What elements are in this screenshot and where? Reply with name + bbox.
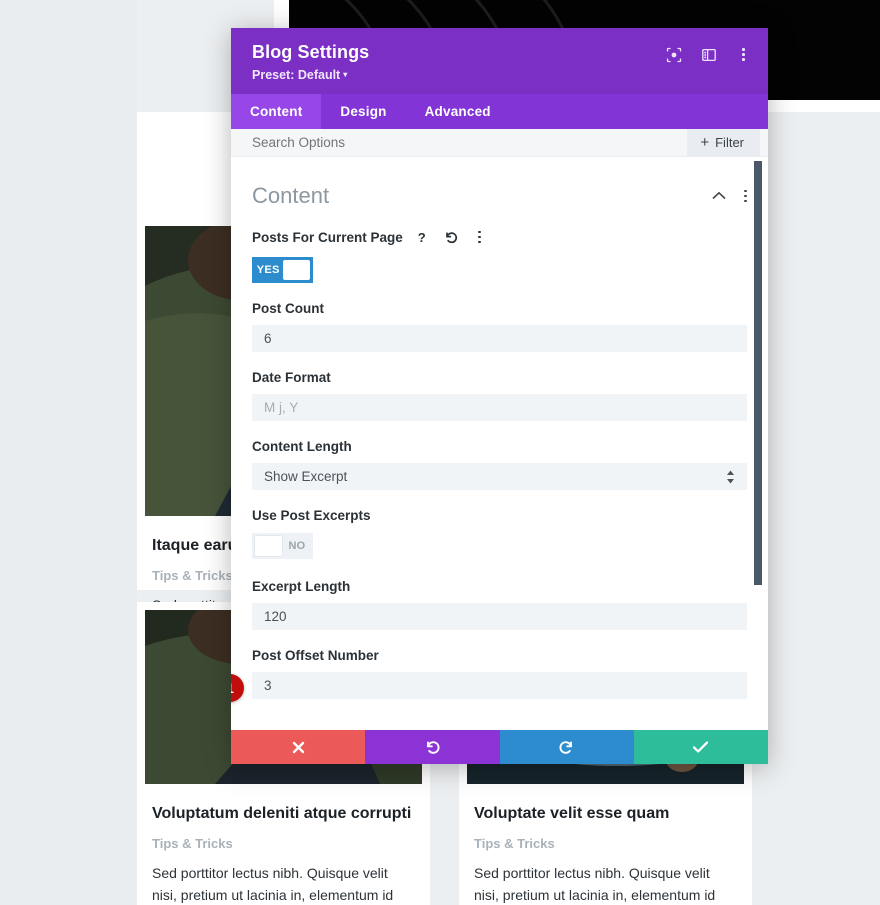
toggle-use-post-excerpts[interactable]: NO (252, 533, 313, 559)
cancel-button[interactable] (231, 730, 366, 764)
undo-icon (426, 740, 440, 754)
field-date-format: Date Format (231, 370, 768, 421)
save-button[interactable] (633, 730, 768, 764)
filter-button[interactable]: + Filter (687, 128, 760, 157)
plus-icon: + (700, 134, 710, 151)
field-more-icon[interactable] (470, 227, 490, 247)
more-options-icon[interactable] (735, 46, 752, 63)
x-icon (292, 741, 304, 753)
tab-advanced[interactable]: Advanced (406, 94, 510, 129)
post-category: Tips & Tricks (474, 836, 555, 851)
chevron-up-icon[interactable] (712, 190, 726, 202)
toggle-posts-for-current-page[interactable]: YES (252, 257, 313, 283)
filter-button-label: Filter (715, 135, 744, 150)
post-category: Tips & Tricks (152, 836, 233, 851)
redo-icon (559, 740, 573, 754)
post-excerpt: Sed porttitor lectus nibh. Quisque velit… (152, 865, 394, 903)
field-label: Post Count (252, 301, 324, 316)
field-label: Date Format (252, 370, 331, 385)
focus-target-icon[interactable] (665, 46, 682, 63)
tab-design[interactable]: Design (321, 94, 405, 129)
content-length-value: Show Excerpt (264, 469, 348, 484)
field-label: Post Offset Number (252, 648, 379, 663)
search-input[interactable] (252, 135, 552, 150)
select-stepper-icon (726, 470, 735, 484)
modal-footer-actions (231, 730, 768, 764)
screen: Itaque earum Tips & Tricks Sed porttitor… (0, 0, 880, 905)
toggle-state-label: NO (288, 540, 306, 552)
tab-content[interactable]: Content (231, 94, 322, 129)
field-label-row: Posts For Current Page ? (252, 227, 747, 247)
header-icon-group (665, 46, 752, 63)
post-title: Voluptatum deleniti atque corrupti (152, 805, 412, 822)
section-title: Content (252, 183, 330, 208)
post-offset-number-input[interactable] (252, 672, 747, 699)
toggle-state-label: YES (256, 264, 280, 276)
section-header-content[interactable]: Content (231, 157, 768, 209)
section-controls (712, 189, 747, 203)
search-options-bar: + Filter (231, 128, 768, 157)
content-length-select-wrap: Show Excerpt (252, 463, 747, 490)
step-marker-badge: 1 (231, 674, 244, 702)
post-count-input[interactable] (252, 325, 747, 352)
field-content-length: Content Length Show Excerpt (231, 439, 768, 490)
redo-button[interactable] (499, 730, 634, 764)
toggle-knob (255, 536, 282, 556)
chevron-down-icon: ▾ (343, 70, 348, 79)
post-title: Voluptate velit esse quam (474, 805, 670, 822)
section-more-icon[interactable] (744, 189, 747, 203)
field-label: Posts For Current Page (252, 229, 403, 245)
settings-scroll-area[interactable]: Content Posts For Current Page ? YES Pos… (231, 157, 768, 730)
scrollbar-thumb[interactable] (754, 161, 762, 585)
content-length-select[interactable]: Show Excerpt (252, 463, 747, 490)
modal-tab-bar: Content Design Advanced (231, 94, 768, 129)
field-label: Content Length (252, 439, 352, 454)
field-excerpt-length: Excerpt Length (231, 579, 768, 630)
post-excerpt: Sed porttitor lectus nibh. Quisque velit… (474, 865, 716, 903)
field-post-count: Post Count (231, 301, 768, 352)
excerpt-length-input[interactable] (252, 603, 747, 630)
scrollbar-track[interactable] (754, 157, 765, 730)
field-use-post-excerpts: Use Post Excerpts NO (231, 508, 768, 561)
field-posts-for-current-page: Posts For Current Page ? YES (231, 227, 768, 283)
split-panel-icon[interactable] (700, 46, 717, 63)
date-format-input[interactable] (252, 394, 747, 421)
preset-selector[interactable]: Preset: Default ▾ (252, 68, 748, 82)
check-icon (693, 741, 709, 753)
reset-icon[interactable] (441, 227, 461, 247)
undo-button[interactable] (365, 730, 500, 764)
field-label: Excerpt Length (252, 579, 351, 594)
help-icon[interactable]: ? (412, 227, 432, 247)
toggle-knob (283, 260, 310, 280)
modal-header: Blog Settings Preset: Default ▾ (231, 28, 768, 94)
blog-settings-modal: Blog Settings Preset: Default ▾ Content … (231, 28, 768, 764)
field-post-offset-number: 1 Post Offset Number (231, 648, 768, 702)
preset-label: Preset: Default (252, 68, 341, 82)
field-label: Use Post Excerpts (252, 508, 371, 523)
